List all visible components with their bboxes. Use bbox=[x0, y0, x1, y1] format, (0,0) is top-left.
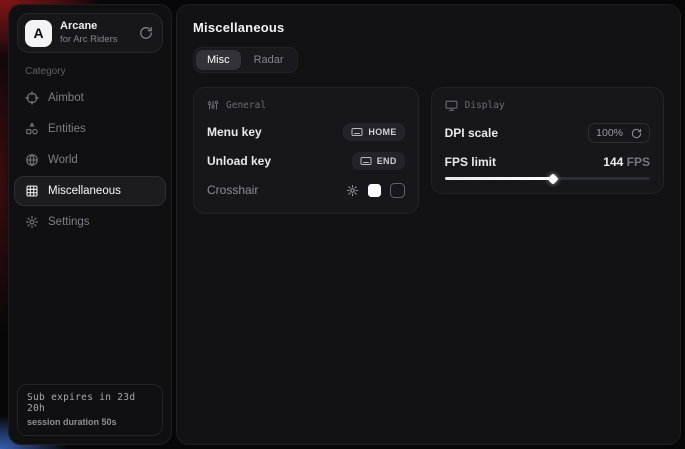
sidebar-item-settings[interactable]: Settings bbox=[14, 207, 166, 237]
slider-thumb[interactable] bbox=[548, 173, 559, 184]
unload-key-label: Unload key bbox=[207, 154, 271, 168]
sidebar-item-aimbot[interactable]: Aimbot bbox=[14, 83, 166, 113]
gear-icon bbox=[25, 215, 39, 229]
crosshair-label: Crosshair bbox=[207, 183, 258, 197]
refresh-icon[interactable] bbox=[139, 26, 153, 40]
tab-radar[interactable]: Radar bbox=[243, 50, 295, 70]
main-panel: Miscellaneous Misc Radar General Menu ke… bbox=[176, 4, 681, 445]
sidebar-item-world[interactable]: World bbox=[14, 145, 166, 175]
dpi-scale-label: DPI scale bbox=[445, 126, 498, 140]
sidebar-item-label: Aimbot bbox=[48, 92, 84, 104]
shapes-icon bbox=[25, 122, 39, 136]
refresh-icon[interactable] bbox=[631, 128, 642, 139]
crosshair-icon bbox=[25, 91, 39, 105]
sidebar-item-entities[interactable]: Entities bbox=[14, 114, 166, 144]
session-duration-text: session duration 50s bbox=[27, 417, 153, 427]
avatar: A bbox=[25, 20, 52, 47]
menu-key-row: Menu key HOME bbox=[207, 122, 405, 142]
brand-name: Arcane bbox=[60, 20, 118, 34]
globe-icon bbox=[25, 153, 39, 167]
unload-key-bind-button[interactable]: END bbox=[352, 152, 405, 170]
crosshair-row: Crosshair bbox=[207, 180, 405, 200]
subscription-info-box: Sub expires in 23d 20h session duration … bbox=[17, 384, 163, 436]
sidebar-item-label: World bbox=[48, 154, 78, 166]
dpi-scale-value: 100% bbox=[596, 127, 623, 139]
menu-key-label: Menu key bbox=[207, 125, 262, 139]
grid-icon bbox=[25, 184, 39, 198]
sidebar-nav: Aimbot Entities World M bbox=[9, 83, 171, 237]
sidebar-item-label: Miscellaneous bbox=[48, 185, 121, 197]
category-label: Category bbox=[25, 66, 171, 77]
sliders-icon bbox=[207, 99, 219, 111]
tab-misc[interactable]: Misc bbox=[196, 50, 241, 70]
display-card-title: Display bbox=[465, 100, 505, 111]
crosshair-settings-gear-icon[interactable] bbox=[346, 184, 359, 197]
menu-key-bind-button[interactable]: HOME bbox=[343, 123, 404, 141]
fps-limit-slider[interactable] bbox=[445, 177, 650, 180]
crosshair-checkbox[interactable] bbox=[390, 183, 405, 198]
keyboard-icon bbox=[351, 126, 363, 138]
fps-limit-value: 144 FPS bbox=[603, 155, 650, 169]
sidebar-item-label: Entities bbox=[48, 123, 86, 135]
sub-expiry-text: Sub expires in 23d 20h bbox=[27, 392, 153, 414]
brand-subtitle: for Arc Riders bbox=[60, 34, 118, 46]
slider-fill bbox=[445, 177, 554, 180]
dpi-scale-row: DPI scale 100% bbox=[445, 123, 650, 143]
general-card: General Menu key HOME Unload key bbox=[193, 87, 419, 214]
sidebar: A Arcane for Arc Riders Category Aimbot bbox=[8, 4, 172, 445]
monitor-icon bbox=[445, 99, 458, 112]
fps-limit-row: FPS limit 144 FPS bbox=[445, 152, 650, 172]
general-card-title: General bbox=[226, 100, 266, 111]
crosshair-color-swatch[interactable] bbox=[368, 184, 381, 197]
brand-card[interactable]: A Arcane for Arc Riders bbox=[17, 13, 163, 53]
page-title: Miscellaneous bbox=[193, 20, 664, 35]
keyboard-icon bbox=[360, 155, 372, 167]
tab-bar: Misc Radar bbox=[193, 47, 298, 73]
unload-key-row: Unload key END bbox=[207, 151, 405, 171]
sidebar-item-label: Settings bbox=[48, 216, 90, 228]
dpi-scale-control[interactable]: 100% bbox=[588, 123, 650, 143]
fps-limit-label: FPS limit bbox=[445, 155, 496, 169]
display-card: Display DPI scale 100% FPS limit 144 FPS bbox=[431, 87, 664, 194]
sidebar-item-miscellaneous[interactable]: Miscellaneous bbox=[14, 176, 166, 206]
